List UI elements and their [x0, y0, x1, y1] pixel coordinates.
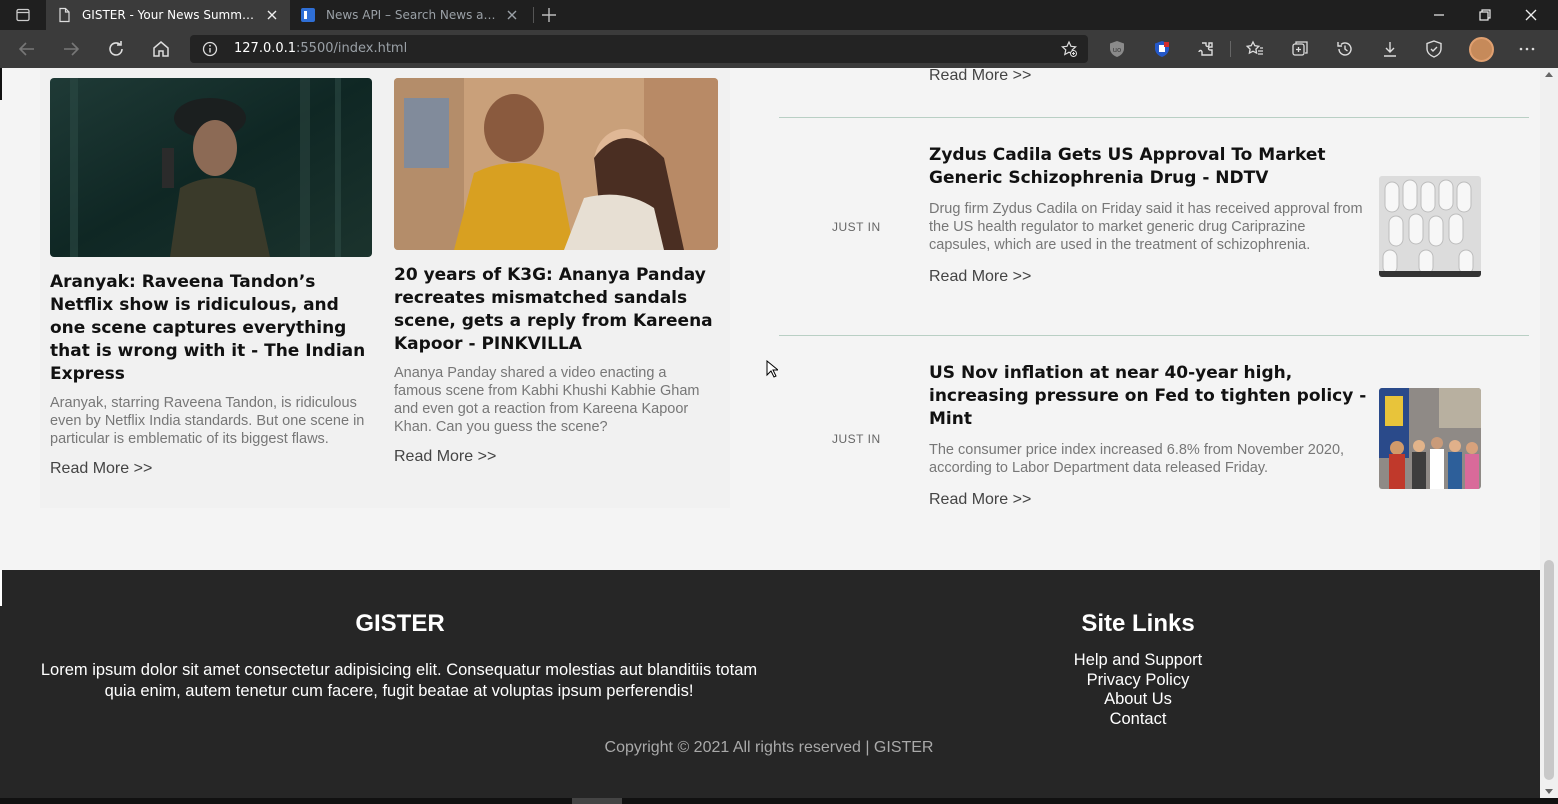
new-tab-icon[interactable]: [538, 4, 560, 26]
favorites-icon[interactable]: [1245, 39, 1265, 59]
footer-links: Help and Support Privacy Policy About Us…: [1038, 651, 1238, 729]
url-path: :5500/index.html: [296, 41, 408, 56]
page-icon: [59, 7, 70, 23]
news-card: Aranyak: Raveena Tandon’s Netflix show i…: [50, 78, 374, 478]
tab-separator: [533, 7, 534, 23]
news-card-title[interactable]: 20 years of K3G: Ananya Panday recreates…: [394, 264, 718, 356]
downloads-icon[interactable]: [1380, 39, 1400, 59]
news-card-description: Ananya Panday shared a video enacting a …: [394, 365, 700, 435]
tab-actions-icon[interactable]: [0, 0, 46, 30]
toolbar-separator: [1230, 41, 1231, 57]
news-card-image[interactable]: [50, 78, 372, 257]
extension-shield-icon[interactable]: [1152, 39, 1172, 59]
read-more-link[interactable]: Read More >>: [50, 460, 152, 478]
tab-bar: GISTER - Your News Summary News API – Se…: [0, 0, 1558, 30]
footer-link-about[interactable]: About Us: [1038, 690, 1238, 710]
close-window-icon[interactable]: [1508, 0, 1554, 30]
minimize-icon[interactable]: [1416, 0, 1462, 30]
profile-avatar[interactable]: [1469, 37, 1494, 62]
list-item-image[interactable]: [1379, 176, 1481, 277]
scroll-up-icon[interactable]: [1545, 72, 1553, 77]
read-more-link[interactable]: Read More >>: [929, 268, 1031, 286]
list-item: JUST IN US Nov inflation at near 40-year…: [778, 362, 1530, 522]
address-bar[interactable]: 127.0.0.1:5500/index.html: [190, 35, 1088, 63]
list-item-content: US Nov inflation at near 40-year high, i…: [929, 362, 1369, 509]
history-icon[interactable]: [1335, 39, 1355, 59]
read-more-link[interactable]: Read More >>: [929, 68, 1031, 85]
mouse-cursor-icon: [766, 360, 778, 378]
home-icon[interactable]: [150, 38, 172, 60]
news-card-description: Aranyak, starring Raveena Tandon, is rid…: [50, 395, 365, 447]
list-divider: [779, 335, 1529, 336]
scroll-down-icon[interactable]: [1545, 789, 1553, 794]
just-in-badge: JUST IN: [832, 432, 881, 446]
list-divider: [779, 117, 1529, 118]
footer-link-contact[interactable]: Contact: [1038, 710, 1238, 730]
back-icon[interactable]: [16, 38, 38, 60]
read-more-link[interactable]: Read More >>: [929, 491, 1031, 509]
just-in-badge: JUST IN: [832, 220, 881, 234]
vertical-scrollbar[interactable]: [1540, 68, 1558, 798]
url-text: 127.0.0.1:5500/index.html: [234, 41, 407, 56]
collections-icon[interactable]: [1290, 39, 1310, 59]
list-item-description: The consumer price index increased 6.8% …: [929, 442, 1345, 476]
tab-title: News API – Search News and Blog Articles…: [326, 8, 496, 22]
news-api-icon: [301, 8, 315, 22]
info-icon[interactable]: [202, 41, 218, 57]
svg-text:uo: uo: [1113, 46, 1122, 54]
tab-news-api[interactable]: News API – Search News and Blog Articles…: [290, 0, 530, 30]
browser-toolbar: 127.0.0.1:5500/index.html uo: [0, 30, 1558, 68]
news-card-title[interactable]: Aranyak: Raveena Tandon’s Netflix show i…: [50, 271, 374, 386]
news-card-image[interactable]: [394, 78, 718, 250]
tab-title: GISTER - Your News Summary: [82, 8, 256, 22]
footer-links-title: Site Links: [1081, 610, 1195, 637]
page-edge-marker: [0, 68, 2, 100]
more-icon[interactable]: [1517, 39, 1537, 59]
restore-icon[interactable]: [1462, 0, 1508, 30]
footer-brand: GISTER: [355, 610, 445, 637]
tab-gister[interactable]: GISTER - Your News Summary: [46, 0, 290, 30]
page-viewport: Aranyak: Raveena Tandon’s Netflix show i…: [0, 68, 1540, 798]
list-item: JUST IN Zydus Cadila Gets US Approval To…: [778, 144, 1530, 314]
footer-copyright: Copyright © 2021 All rights reserved | G…: [604, 739, 934, 756]
footer-link-help[interactable]: Help and Support: [1038, 651, 1238, 671]
read-more-link[interactable]: Read More >>: [394, 448, 496, 466]
list-item-content: Zydus Cadila Gets US Approval To Market …: [929, 144, 1369, 286]
close-tab-icon[interactable]: [504, 7, 520, 23]
extensions-icon[interactable]: [1196, 39, 1216, 59]
forward-icon[interactable]: [60, 38, 82, 60]
favorite-add-icon[interactable]: [1060, 40, 1078, 58]
list-item-description: Drug firm Zydus Cadila on Friday said it…: [929, 201, 1363, 253]
ublock-icon[interactable]: uo: [1107, 39, 1127, 59]
url-host: 127.0.0.1: [234, 41, 297, 56]
footer-link-privacy[interactable]: Privacy Policy: [1038, 671, 1238, 691]
featured-cards: Aranyak: Raveena Tandon’s Netflix show i…: [40, 68, 730, 508]
close-tab-icon[interactable]: [264, 7, 280, 23]
horizontal-scroll-handle[interactable]: [572, 798, 622, 804]
list-item-image[interactable]: [1379, 388, 1481, 489]
performance-icon[interactable]: [1424, 39, 1444, 59]
bottom-strip: [0, 798, 1558, 804]
list-item-title[interactable]: US Nov inflation at near 40-year high, i…: [929, 362, 1369, 431]
page-edge-marker: [0, 570, 2, 606]
news-card: 20 years of K3G: Ananya Panday recreates…: [394, 78, 718, 466]
site-footer: GISTER Lorem ipsum dolor sit amet consec…: [0, 570, 1540, 798]
footer-about: Lorem ipsum dolor sit amet consectetur a…: [40, 661, 758, 700]
scrollbar-thumb[interactable]: [1544, 560, 1554, 780]
refresh-icon[interactable]: [105, 38, 127, 60]
list-item-title[interactable]: Zydus Cadila Gets US Approval To Market …: [929, 144, 1369, 190]
